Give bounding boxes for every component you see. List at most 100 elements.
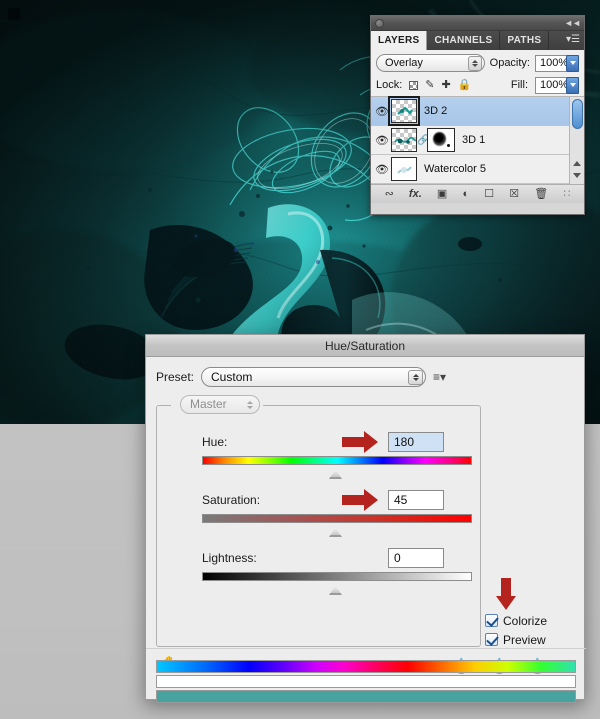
preset-label: Preset:	[156, 370, 194, 384]
lock-transparency-icon[interactable]	[409, 81, 418, 90]
lock-all-icon[interactable]: 🔒	[458, 80, 472, 91]
layer-thumbnail[interactable]	[391, 99, 417, 123]
panel-titlebar[interactable]: ◄◄	[371, 16, 584, 31]
preset-row: Preset: Custom ≡▾	[146, 357, 584, 387]
fill-value: 100%	[540, 79, 568, 91]
delete-layer-icon[interactable]: 🗑	[534, 189, 548, 200]
hue-row: Hue: 180	[202, 432, 472, 452]
layers-panel[interactable]: ◄◄ LAYERS CHANNELS PATHS ▾☰ Overlay Opac…	[370, 15, 585, 215]
saturation-slider-handle[interactable]	[329, 528, 342, 537]
channel-value: Master	[190, 397, 227, 411]
saturation-label: Saturation:	[202, 493, 342, 507]
blend-mode-row: Overlay Opacity: 100%	[371, 50, 584, 75]
lock-position-icon[interactable]: ✚	[442, 80, 451, 91]
adjustment-group-box: Master Hue: 180 Saturation	[156, 405, 481, 647]
chevron-updown-icon[interactable]	[468, 56, 482, 71]
lightness-slider-track[interactable]	[202, 572, 472, 581]
mask-dot	[447, 144, 450, 147]
blend-mode-select[interactable]: Overlay	[376, 54, 485, 72]
new-adjustment-layer-icon[interactable]: ◐	[462, 189, 469, 200]
hue-slider-track[interactable]	[202, 456, 472, 465]
hue-slider-handle[interactable]	[329, 470, 342, 479]
hue-label: Hue:	[202, 435, 342, 449]
layer-styles-fx-icon[interactable]: fx.	[409, 189, 422, 200]
layer-visibility-icon[interactable]: 👁	[373, 134, 391, 147]
saturation-row: Saturation: 45	[202, 490, 472, 510]
hue-input[interactable]: 180	[388, 432, 444, 452]
spacer-bar	[156, 675, 576, 688]
dialog-title: Hue/Saturation	[146, 335, 584, 357]
colorize-label: Colorize	[503, 614, 547, 628]
color-bars	[156, 660, 576, 705]
lightness-input[interactable]: 0	[388, 548, 444, 568]
table-row[interactable]: 👁 Watercolor 5	[371, 155, 584, 184]
fill-input[interactable]: 100%	[535, 77, 579, 94]
panel-resize-grip-icon[interactable]: ∷	[563, 189, 570, 200]
layer-thumbnail[interactable]	[391, 157, 417, 181]
blend-mode-value: Overlay	[385, 57, 423, 69]
lightness-value: 0	[394, 551, 401, 565]
lightness-row: Lightness: 0	[202, 548, 472, 568]
layer-visibility-icon[interactable]: 👁	[373, 105, 391, 118]
layer-mask-thumbnail[interactable]	[427, 128, 455, 152]
lock-icon-group[interactable]: ✎ ✚ 🔒	[409, 80, 471, 91]
tab-paths[interactable]: PATHS	[500, 31, 549, 50]
hue-slider-block: Hue: 180	[202, 432, 472, 465]
table-row[interactable]: 👁 🔗 3D 1	[371, 126, 584, 155]
lock-image-icon[interactable]: ✎	[425, 80, 434, 91]
layer-name: 3D 1	[455, 134, 485, 146]
panel-body: Overlay Opacity: 100% Lock: ✎ ✚ 🔒 Fill:	[371, 50, 584, 203]
layer-visibility-icon[interactable]: 👁	[373, 163, 391, 176]
chevron-updown-icon[interactable]	[243, 398, 256, 412]
saturation-slider-track[interactable]	[202, 514, 472, 523]
opacity-stepper-icon[interactable]	[566, 55, 579, 72]
opacity-label: Opacity:	[490, 57, 530, 69]
layer-name: Watercolor 5	[417, 163, 486, 175]
colorize-checkbox-row[interactable]: Colorize	[485, 611, 575, 630]
lightness-label: Lightness:	[202, 551, 342, 565]
preset-value: Custom	[211, 370, 252, 384]
mask-shape	[433, 132, 446, 146]
chevron-updown-icon[interactable]	[408, 370, 423, 385]
new-group-icon[interactable]: ☐	[484, 189, 494, 200]
layers-list[interactable]: 👁 3D 2 👁 🔗 3D 1	[371, 96, 584, 184]
panel-menu-icon[interactable]: ▾☰	[566, 35, 580, 45]
tab-channels-label: CHANNELS	[434, 35, 492, 46]
new-layer-icon[interactable]: ☒	[509, 189, 519, 200]
add-layer-mask-icon[interactable]: ▣	[437, 189, 447, 200]
tab-channels[interactable]: CHANNELS	[427, 31, 500, 50]
red-arrow-hue-icon	[342, 431, 382, 453]
layers-footer-toolbar[interactable]: ∾ fx. ▣ ◐ ☐ ☒ 🗑 ∷	[371, 184, 584, 203]
red-down-arrow-icon	[496, 578, 516, 612]
table-row[interactable]: 👁 3D 2	[371, 97, 584, 126]
opacity-input[interactable]: 100%	[535, 55, 579, 72]
scroll-up-icon[interactable]	[573, 161, 581, 166]
preview-label: Preview	[503, 633, 546, 647]
red-arrow-saturation-icon	[342, 489, 382, 511]
scrollbar-thumb[interactable]	[572, 99, 583, 129]
panel-close-icon[interactable]	[375, 19, 384, 28]
saturation-input[interactable]: 45	[388, 490, 444, 510]
colorize-checkbox[interactable]	[485, 614, 498, 627]
saturation-value: 45	[394, 493, 407, 507]
tab-layers[interactable]: LAYERS	[371, 31, 427, 50]
fill-stepper-icon[interactable]	[566, 77, 579, 94]
channel-select[interactable]: Master	[180, 395, 260, 414]
layers-scrollbar[interactable]	[569, 97, 584, 184]
mask-link-icon[interactable]: 🔗	[417, 135, 427, 146]
source-spectrum-bar	[156, 660, 576, 673]
lightness-slider-handle[interactable]	[329, 586, 342, 595]
scroll-down-icon[interactable]	[573, 173, 581, 178]
preset-options-icon[interactable]: ≡▾	[433, 369, 449, 385]
result-color-bar	[156, 690, 576, 703]
preview-checkbox[interactable]	[485, 633, 498, 646]
link-layers-icon[interactable]: ∾	[385, 189, 394, 200]
preview-checkbox-row[interactable]: Preview	[485, 630, 575, 649]
preset-select[interactable]: Custom	[201, 367, 426, 387]
collapse-arrows-icon[interactable]: ◄◄	[564, 18, 580, 28]
hue-value: 180	[394, 435, 414, 449]
lock-row: Lock: ✎ ✚ 🔒 Fill: 100%	[371, 75, 584, 96]
panel-tabs[interactable]: LAYERS CHANNELS PATHS ▾☰	[371, 31, 584, 50]
saturation-slider-block: Saturation: 45	[202, 490, 472, 523]
layer-thumbnail[interactable]	[391, 128, 417, 152]
